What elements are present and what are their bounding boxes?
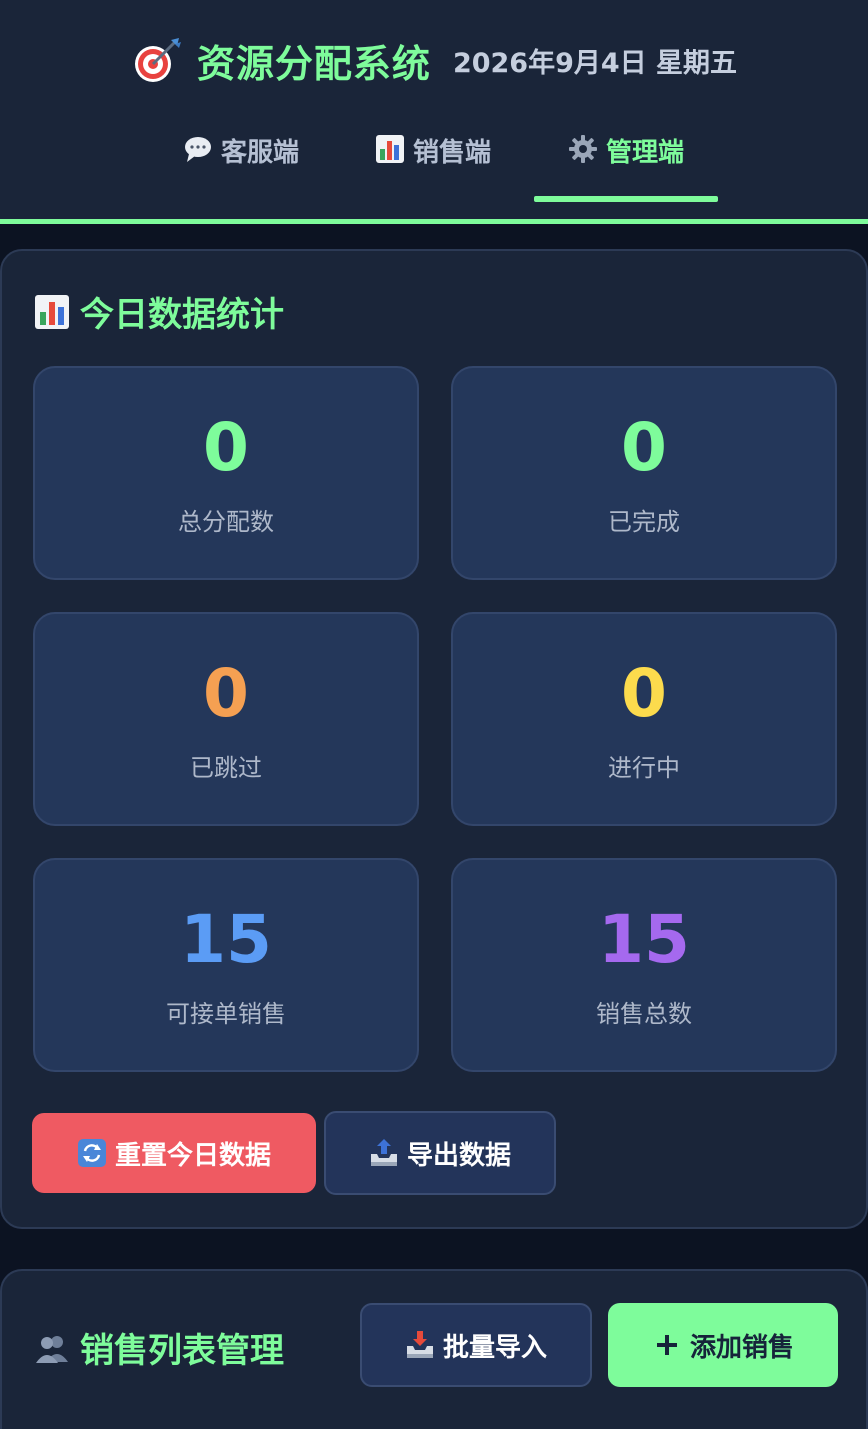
title-row: 资源分配系统 2026年9月4日 星期五: [0, 30, 868, 90]
outbox-tray-icon: [369, 1138, 399, 1168]
button-label: 添加销售: [689, 1332, 794, 1363]
dart-target-icon: [131, 34, 183, 86]
stats-title: 今日数据统计: [34, 287, 284, 336]
stat-label: 总分配数: [178, 508, 274, 536]
stat-total-assigned: 0 总分配数: [33, 366, 419, 580]
section-title-text: 销售列表管理: [80, 1331, 284, 1371]
speech-bubble-icon: [183, 134, 213, 164]
stat-value: 0: [621, 409, 667, 486]
bar-chart-icon: [34, 294, 70, 330]
add-sales-button[interactable]: 添加销售: [608, 1303, 838, 1387]
button-label: 导出数据: [406, 1140, 511, 1171]
people-icon: [34, 1330, 70, 1366]
header-divider: [0, 219, 868, 224]
stats-panel: 今日数据统计 0 总分配数 0 已完成 0 已跳过 0 进行中 15 可接单销售…: [0, 249, 868, 1229]
stat-label: 进行中: [608, 754, 680, 782]
stat-skipped: 0 已跳过: [33, 612, 419, 826]
stat-value: 15: [598, 901, 690, 978]
stat-completed: 0 已完成: [451, 366, 837, 580]
tab-customer-service[interactable]: 客服端: [170, 124, 312, 202]
stat-label: 销售总数: [596, 1000, 692, 1028]
tab-admin[interactable]: 管理端: [534, 124, 718, 202]
export-data-button[interactable]: 导出数据: [324, 1111, 556, 1195]
app-title: 资源分配系统: [196, 41, 431, 86]
tab-sales[interactable]: 销售端: [362, 124, 504, 202]
plus-icon: [652, 1330, 682, 1360]
stat-label: 可接单销售: [166, 1000, 286, 1028]
stat-label: 已完成: [608, 508, 680, 536]
gear-icon: [568, 134, 598, 164]
stat-label: 已跳过: [190, 754, 262, 782]
sales-panel: 销售列表管理 批量导入 添加销售: [0, 1269, 868, 1429]
stat-value: 0: [203, 655, 249, 732]
stat-value: 15: [180, 901, 272, 978]
tab-label: 管理端: [605, 138, 684, 168]
sales-title: 销售列表管理: [34, 1323, 284, 1372]
stat-value: 0: [621, 655, 667, 732]
app-header: 资源分配系统 2026年9月4日 星期五 客服端 销售端 管理端: [0, 0, 868, 224]
tab-bar: 客服端 销售端 管理端: [0, 124, 868, 202]
tab-label: 客服端: [220, 138, 299, 168]
inbox-tray-icon: [405, 1330, 435, 1360]
bar-chart-icon: [375, 134, 405, 164]
stat-in-progress: 0 进行中: [451, 612, 837, 826]
stat-available-sales: 15 可接单销售: [33, 858, 419, 1072]
button-label: 批量导入: [442, 1332, 547, 1363]
reset-today-button[interactable]: 重置今日数据: [32, 1113, 316, 1193]
stat-total-sales: 15 销售总数: [451, 858, 837, 1072]
current-date: 2026年9月4日 星期五: [452, 47, 738, 79]
refresh-icon: [77, 1138, 107, 1168]
section-title-text: 今日数据统计: [80, 295, 284, 335]
tab-label: 销售端: [412, 138, 491, 168]
bulk-import-button[interactable]: 批量导入: [360, 1303, 592, 1387]
button-label: 重置今日数据: [114, 1140, 271, 1171]
stat-value: 0: [203, 409, 249, 486]
